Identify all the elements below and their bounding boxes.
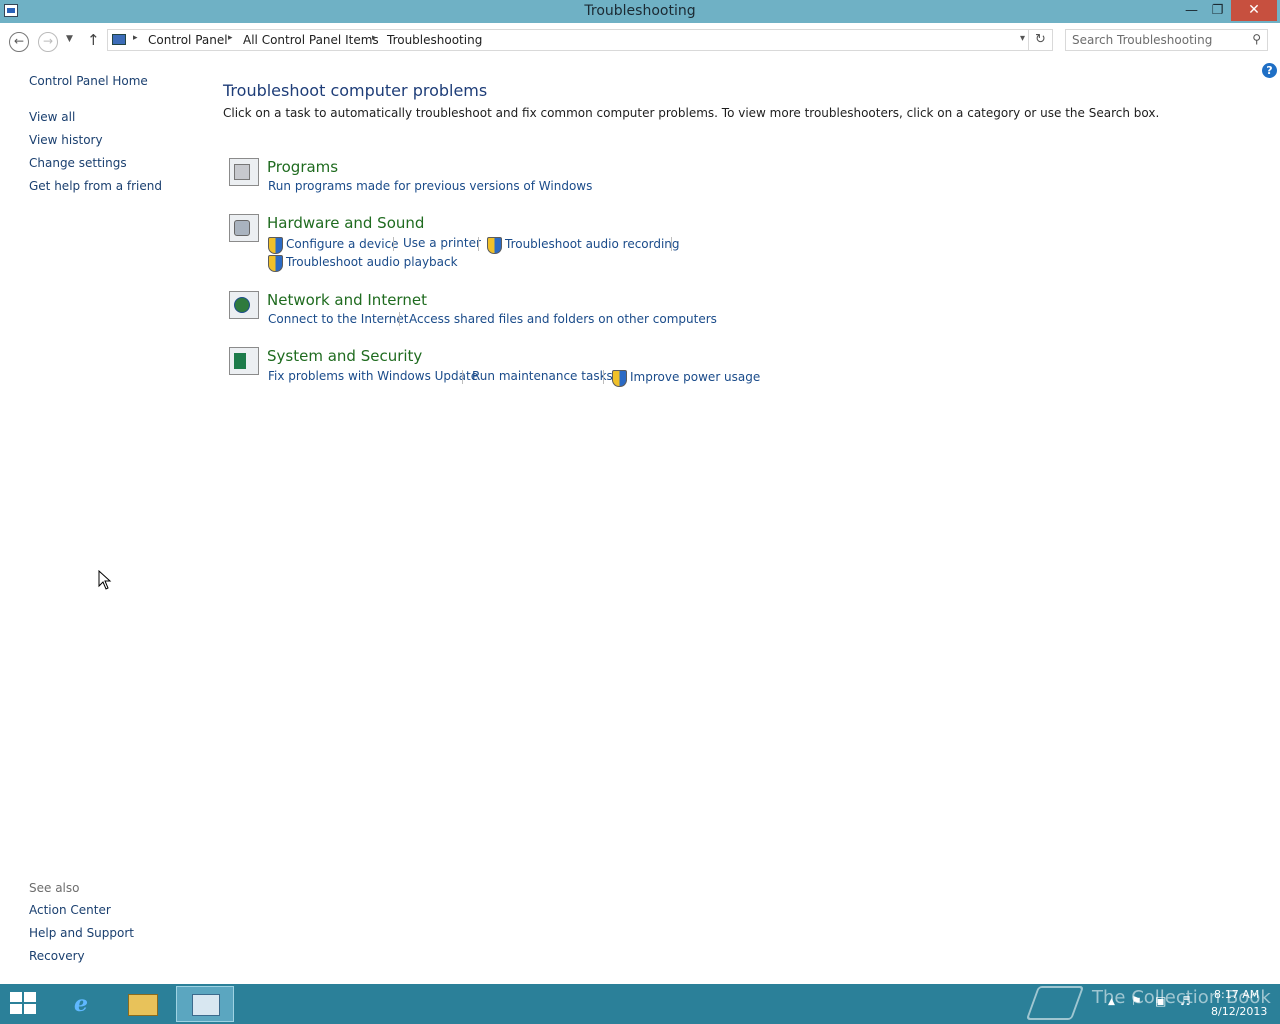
breadcrumb-troubleshooting[interactable]: Troubleshooting xyxy=(387,33,482,47)
address-bar[interactable]: ▸ Control Panel ▸ All Control Panel Item… xyxy=(107,29,1029,51)
control-panel-icon xyxy=(192,994,220,1016)
security-icon[interactable] xyxy=(229,347,259,375)
recent-locations-dropdown[interactable]: ▼ xyxy=(66,34,73,44)
file-explorer-button[interactable] xyxy=(114,986,172,1022)
task-use-printer[interactable]: Use a printer xyxy=(403,236,481,250)
internet-explorer-icon[interactable]: e xyxy=(52,986,110,1022)
folder-icon xyxy=(128,994,158,1016)
breadcrumb-control-panel[interactable]: Control Panel xyxy=(148,33,228,47)
show-hidden-icons-button[interactable]: ▲ xyxy=(1108,997,1115,1007)
forward-button[interactable]: → xyxy=(38,32,58,52)
windows-logo-icon xyxy=(10,1004,22,1014)
see-also-label: See also xyxy=(29,881,80,895)
get-help-from-a-friend-link[interactable]: Get help from a friend xyxy=(29,179,162,193)
windows-logo-icon xyxy=(10,992,22,1002)
navigation-bar: ← → ▼ ↑ ▸ Control Panel ▸ All Control Pa… xyxy=(0,23,1280,59)
network-icon[interactable] xyxy=(229,291,259,319)
separator xyxy=(603,370,604,384)
task-troubleshoot-audio-playback[interactable]: Troubleshoot audio playback xyxy=(286,255,458,269)
shield-icon xyxy=(612,370,627,387)
back-button[interactable]: ← xyxy=(9,32,29,52)
shield-icon xyxy=(487,237,502,254)
search-icon[interactable]: ⚲ xyxy=(1252,32,1261,46)
separator xyxy=(393,237,394,251)
book-watermark-icon xyxy=(1025,986,1085,1020)
task-access-shared-files[interactable]: Access shared files and folders on other… xyxy=(409,312,717,326)
windows-logo-icon xyxy=(24,1004,36,1014)
chevron-right-icon[interactable]: ▸ xyxy=(372,33,377,43)
hardware-icon[interactable] xyxy=(229,214,259,242)
task-connect-to-internet[interactable]: Connect to the Internet xyxy=(268,312,408,326)
refresh-button[interactable]: ↻ xyxy=(1028,29,1053,51)
chevron-right-icon[interactable]: ▸ xyxy=(133,33,138,43)
volume-icon[interactable]: ♬ xyxy=(1180,994,1191,1008)
control-panel-taskbar-button[interactable] xyxy=(176,986,234,1022)
maximize-button[interactable]: ❐ xyxy=(1204,0,1231,21)
address-dropdown-icon[interactable]: ▾ xyxy=(1020,33,1025,44)
task-configure-device[interactable]: Configure a device xyxy=(286,237,399,251)
clock-date[interactable]: 8/12/2013 xyxy=(1211,1005,1267,1018)
separator xyxy=(399,312,400,326)
breadcrumb-all-control-panel-items[interactable]: All Control Panel Items xyxy=(243,33,379,47)
windows-logo-icon xyxy=(24,992,36,1002)
task-run-maintenance[interactable]: Run maintenance tasks xyxy=(472,369,613,383)
help-icon[interactable]: ? xyxy=(1262,63,1277,78)
view-history-link[interactable]: View history xyxy=(29,133,103,147)
shield-icon xyxy=(268,237,283,254)
page-title: Troubleshoot computer problems xyxy=(223,81,488,100)
action-center-link[interactable]: Action Center xyxy=(29,903,111,917)
up-button[interactable]: ↑ xyxy=(87,31,100,49)
category-system-and-security[interactable]: System and Security xyxy=(267,347,422,365)
task-fix-windows-update[interactable]: Fix problems with Windows Update xyxy=(268,369,478,383)
task-troubleshoot-audio-recording[interactable]: Troubleshoot audio recording xyxy=(505,237,680,251)
category-hardware-and-sound[interactable]: Hardware and Sound xyxy=(267,214,424,232)
action-center-flag-icon[interactable]: ⚑ xyxy=(1131,994,1142,1008)
separator xyxy=(478,237,479,251)
separator xyxy=(462,370,463,384)
minimize-button[interactable]: — xyxy=(1178,0,1205,21)
chevron-right-icon[interactable]: ▸ xyxy=(228,33,233,43)
start-button[interactable] xyxy=(10,992,38,1016)
view-all-link[interactable]: View all xyxy=(29,110,75,124)
recovery-link[interactable]: Recovery xyxy=(29,949,85,963)
control-panel-location-icon xyxy=(112,34,126,45)
search-box: ⚲ xyxy=(1065,29,1268,51)
help-and-support-link[interactable]: Help and Support xyxy=(29,926,134,940)
window-title: Troubleshooting xyxy=(584,3,696,19)
task-run-old-programs[interactable]: Run programs made for previous versions … xyxy=(268,179,592,193)
network-tray-icon[interactable]: ▣ xyxy=(1155,994,1166,1008)
close-button[interactable]: ✕ xyxy=(1231,0,1277,21)
programs-icon[interactable] xyxy=(229,158,259,186)
category-network-and-internet[interactable]: Network and Internet xyxy=(267,291,427,309)
separator xyxy=(671,237,672,251)
change-settings-link[interactable]: Change settings xyxy=(29,156,127,170)
task-improve-power-usage[interactable]: Improve power usage xyxy=(630,370,760,384)
shield-icon xyxy=(268,255,283,272)
control-panel-home-link[interactable]: Control Panel Home xyxy=(29,74,148,88)
category-programs[interactable]: Programs xyxy=(267,158,338,176)
taskbar: e The Collection Book ▲ ⚑ ▣ ♬ 8:17 AM 8/… xyxy=(0,984,1280,1024)
search-input[interactable] xyxy=(1066,30,1246,50)
title-bar: Troubleshooting — ❐ ✕ xyxy=(0,0,1280,23)
page-description: Click on a task to automatically trouble… xyxy=(223,106,1160,120)
clock-time[interactable]: 8:17 AM xyxy=(1214,988,1259,1001)
